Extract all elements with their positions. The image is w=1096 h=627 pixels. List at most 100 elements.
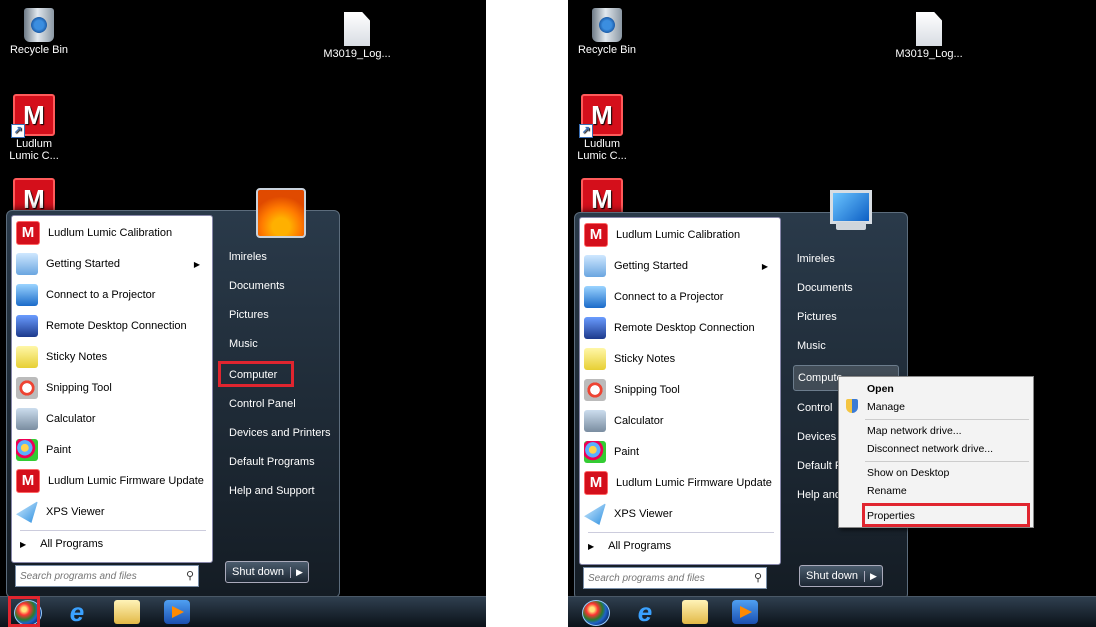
start-menu: M Ludlum Lumic Calibration Getting Starte…: [6, 210, 340, 598]
start-orb-icon[interactable]: [582, 600, 610, 626]
calculator-icon: [584, 410, 606, 432]
recycle-bin-label: Recycle Bin: [577, 44, 637, 56]
xps-viewer-icon: [16, 501, 38, 523]
search-box[interactable]: ⚲: [15, 565, 199, 587]
internet-explorer-icon[interactable]: e: [632, 599, 658, 625]
start-right-documents[interactable]: Documents: [793, 276, 903, 300]
start-item-projector[interactable]: Connect to a Projector: [584, 283, 774, 311]
search-input[interactable]: [16, 567, 170, 586]
projector-icon: [16, 284, 38, 306]
start-right-user[interactable]: lmireles: [225, 245, 335, 269]
ludlum-icon: M: [584, 471, 608, 495]
shortcut-arrow-icon: ↗: [11, 124, 25, 138]
right-screenshot: Recycle Bin M3019_Log... M ↗ Ludlum Lumic…: [568, 0, 1096, 627]
start-item-paint[interactable]: Paint: [584, 438, 774, 466]
internet-explorer-icon[interactable]: e: [64, 599, 90, 625]
context-open[interactable]: Open: [867, 380, 894, 398]
windows-explorer-icon[interactable]: [682, 600, 708, 624]
start-item-sticky-notes[interactable]: Sticky Notes: [584, 345, 774, 373]
recycle-bin-shortcut[interactable]: Recycle Bin: [0, 8, 84, 56]
log-file-shortcut[interactable]: M3019_Log...: [884, 12, 974, 60]
divider: [588, 532, 774, 533]
start-right-music[interactable]: Music: [793, 334, 903, 358]
shutdown-button[interactable]: Shut down ▶: [799, 565, 883, 587]
log-file-label: M3019_Log...: [323, 48, 391, 60]
start-orb-highlight-box: [8, 596, 40, 627]
shutdown-button[interactable]: Shut down ▶: [225, 561, 309, 583]
ludlum-desktop-shortcut[interactable]: M ↗ Ludlum Lumic C...: [568, 94, 647, 162]
start-item-snipping-tool[interactable]: Snipping Tool: [16, 374, 206, 402]
context-disconnect-network-drive[interactable]: Disconnect network drive...: [867, 440, 993, 458]
sticky-notes-icon: [584, 348, 606, 370]
search-icon[interactable]: ⚲: [186, 569, 194, 582]
file-icon: [344, 12, 370, 46]
start-right-default-programs[interactable]: Default Programs: [225, 450, 335, 474]
submenu-arrow-icon: ▶: [193, 259, 200, 269]
start-item-calculator[interactable]: Calculator: [16, 405, 206, 433]
remote-desktop-icon: [16, 315, 38, 337]
context-map-network-drive[interactable]: Map network drive...: [867, 422, 962, 440]
ludlum-shortcut-label: Ludlum Lumic C...: [577, 138, 627, 162]
start-right-pictures[interactable]: Pictures: [225, 303, 335, 327]
media-player-icon[interactable]: [164, 600, 190, 624]
start-item-xps-viewer[interactable]: XPS Viewer: [584, 500, 774, 528]
start-item-ludlum-firmware[interactable]: M Ludlum Lumic Firmware Update: [16, 467, 206, 495]
getting-started-icon: [16, 253, 38, 275]
context-manage[interactable]: Manage: [867, 398, 905, 416]
start-right-documents[interactable]: Documents: [225, 274, 335, 298]
divider: [20, 530, 206, 531]
media-player-icon[interactable]: [732, 600, 758, 624]
paint-icon: [584, 441, 606, 463]
start-item-getting-started[interactable]: Getting Started ▶: [584, 252, 774, 280]
computer-base: [836, 222, 866, 230]
all-programs[interactable]: ▶ All Programs: [588, 540, 671, 552]
start-item-remote-desktop[interactable]: Remote Desktop Connection: [584, 314, 774, 342]
taskbar: e: [568, 596, 1096, 627]
ludlum-shortcut-label: Ludlum Lumic C...: [9, 138, 59, 162]
start-item-ludlum-calibration[interactable]: M Ludlum Lumic Calibration: [584, 221, 774, 249]
start-right-help-support[interactable]: Help and Support: [225, 479, 335, 503]
start-item-ludlum-calibration[interactable]: M Ludlum Lumic Calibration: [16, 219, 206, 247]
context-rename[interactable]: Rename: [867, 482, 907, 500]
start-item-getting-started[interactable]: Getting Started ▶: [16, 250, 206, 278]
search-input[interactable]: [584, 569, 738, 588]
start-item-calculator[interactable]: Calculator: [584, 407, 774, 435]
user-picture[interactable]: [256, 188, 306, 238]
search-box[interactable]: ⚲: [583, 567, 767, 589]
ludlum-desktop-shortcut[interactable]: M ↗ Ludlum Lumic C...: [0, 94, 79, 162]
all-programs[interactable]: ▶ All Programs: [20, 538, 103, 550]
start-item-remote-desktop[interactable]: Remote Desktop Connection: [16, 312, 206, 340]
ludlum-icon: M: [16, 469, 40, 493]
shutdown-options-arrow-icon[interactable]: ▶: [863, 570, 882, 582]
start-item-sticky-notes[interactable]: Sticky Notes: [16, 343, 206, 371]
shortcut-arrow-icon: ↗: [579, 124, 593, 138]
computer-icon: [822, 190, 872, 232]
ludlum-icon: M ↗: [11, 94, 55, 138]
start-item-xps-viewer[interactable]: XPS Viewer: [16, 498, 206, 526]
computer-highlight-box: [218, 361, 294, 387]
shutdown-options-arrow-icon[interactable]: ▶: [289, 566, 308, 578]
context-show-on-desktop[interactable]: Show on Desktop: [867, 464, 949, 482]
windows-explorer-icon[interactable]: [114, 600, 140, 624]
ludlum-icon: M ↗: [579, 94, 623, 138]
start-right-pictures[interactable]: Pictures: [793, 305, 903, 329]
computer-monitor: [830, 190, 872, 224]
start-right-music[interactable]: Music: [225, 332, 335, 356]
start-menu-programs-pane: M Ludlum Lumic Calibration Getting Starte…: [11, 215, 213, 563]
ludlum-icon: M: [584, 223, 608, 247]
start-right-control-panel[interactable]: Control Panel: [225, 392, 335, 416]
start-item-ludlum-firmware[interactable]: M Ludlum Lumic Firmware Update: [584, 469, 774, 497]
start-right-user[interactable]: lmireles: [793, 247, 903, 271]
start-item-snipping-tool[interactable]: Snipping Tool: [584, 376, 774, 404]
admin-shield-icon: [846, 399, 858, 413]
start-item-projector[interactable]: Connect to a Projector: [16, 281, 206, 309]
xps-viewer-icon: [584, 503, 606, 525]
calculator-icon: [16, 408, 38, 430]
recycle-bin-shortcut[interactable]: Recycle Bin: [568, 8, 652, 56]
start-right-devices-printers[interactable]: Devices and Printers: [225, 421, 335, 445]
log-file-shortcut[interactable]: M3019_Log...: [312, 12, 402, 60]
search-icon[interactable]: ⚲: [754, 571, 762, 584]
arrow-right-icon: ▶: [588, 542, 595, 551]
context-divider: [865, 461, 1029, 462]
start-item-paint[interactable]: Paint: [16, 436, 206, 464]
